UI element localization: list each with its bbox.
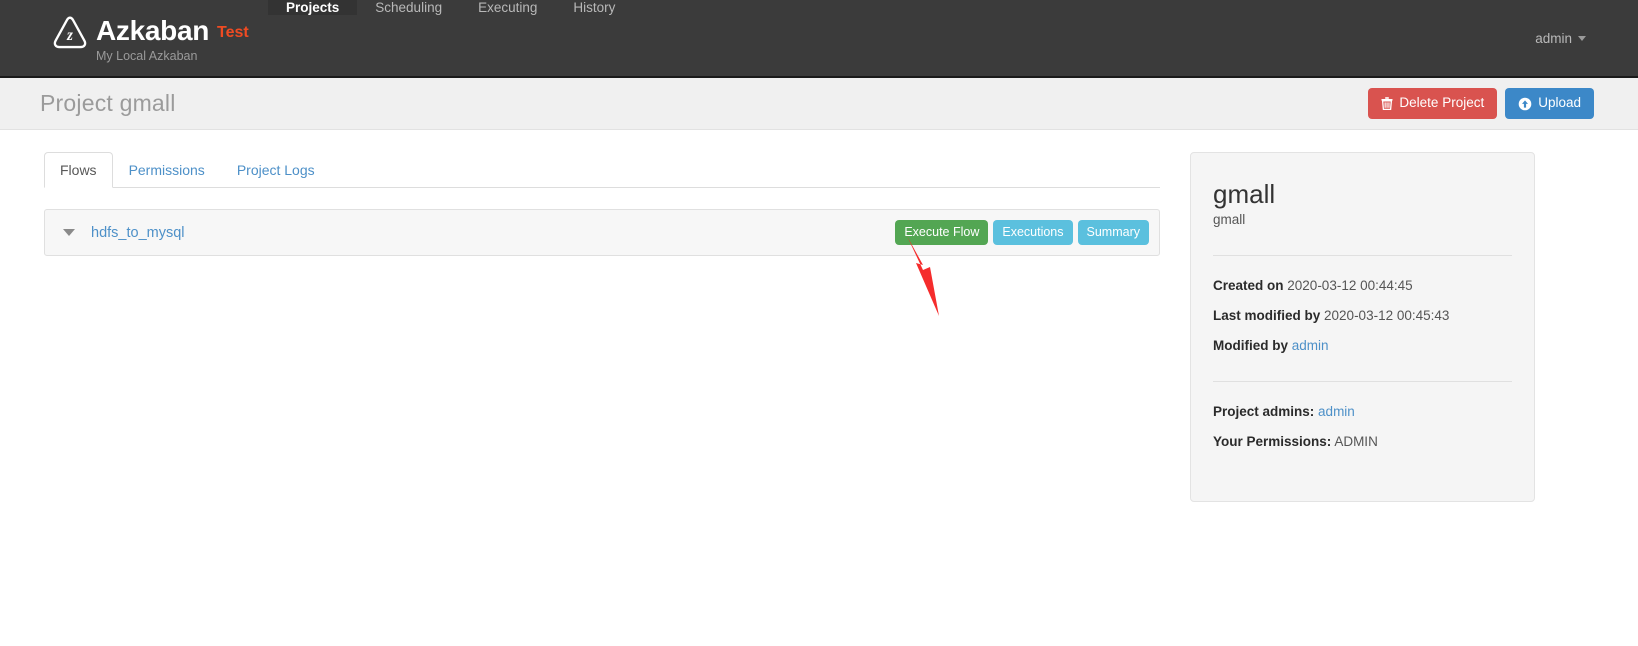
nav-item-label: Scheduling <box>375 0 443 15</box>
card-divider-bottom <box>1213 381 1512 383</box>
nav-list-item: Scheduling <box>357 0 460 76</box>
project-summary-card: gmall gmall Created on 2020-03-12 00:44:… <box>1190 152 1535 502</box>
tab-label: Flows <box>60 162 97 178</box>
primary-nav: Projects Scheduling Executing History <box>268 0 633 76</box>
nav-list-item: Executing <box>460 0 555 76</box>
main-column: Flows Permissions Project Logs hdfs_to_m… <box>44 152 1160 256</box>
user-menu-dropdown[interactable]: admin <box>1535 31 1586 46</box>
project-admins-row: Project admins: admin <box>1213 404 1512 419</box>
tab-list-item: Permissions <box>113 152 221 187</box>
last-modified-row: Last modified by 2020-03-12 00:45:43 <box>1213 308 1512 323</box>
upload-circle-arrow-icon <box>1518 97 1532 110</box>
tab-list-item: Project Logs <box>221 152 331 187</box>
project-description: gmall <box>1213 212 1246 228</box>
tab-label: Project Logs <box>236 162 315 178</box>
project-admins-label: Project admins: <box>1213 404 1315 420</box>
brand-home-link[interactable]: z Azkaban Test My Local Azkaban <box>0 0 268 76</box>
your-permissions-value: ADMIN <box>1334 434 1378 450</box>
nav-item-label: Executing <box>478 0 538 15</box>
nav-list-item: History <box>555 0 633 76</box>
delete-project-button[interactable]: Delete Project <box>1368 88 1498 119</box>
brand-env-label: Test <box>217 24 249 41</box>
project-admin-user-link[interactable]: admin <box>1318 404 1355 419</box>
last-modified-label: Last modified by <box>1213 308 1321 324</box>
page-header-bar: Project gmall Delete Project Upload <box>0 78 1638 130</box>
project-tabs: Flows Permissions Project Logs <box>44 152 1160 188</box>
caret-down-icon <box>1578 35 1586 41</box>
flow-list: hdfs_to_mysql Execute Flow Executions Su… <box>44 209 1160 256</box>
top-navbar: z Azkaban Test My Local Azkaban Projects … <box>0 0 1638 78</box>
your-permissions-label: Your Permissions: <box>1213 434 1332 450</box>
your-permissions-row: Your Permissions: ADMIN <box>1213 434 1512 449</box>
executions-button[interactable]: Executions <box>993 220 1073 245</box>
content-area: Flows Permissions Project Logs hdfs_to_m… <box>0 130 1638 502</box>
modified-by-row: Modified by admin <box>1213 338 1512 353</box>
nav-item-history[interactable]: History <box>555 0 633 15</box>
nav-item-label: History <box>573 0 616 15</box>
tab-project-logs[interactable]: Project Logs <box>221 152 331 187</box>
nav-item-projects[interactable]: Projects <box>268 0 358 15</box>
upload-button[interactable]: Upload <box>1505 88 1594 119</box>
nav-list-item: Projects <box>268 0 358 76</box>
created-on-label: Created on <box>1213 278 1284 294</box>
user-menu-label: admin <box>1535 30 1572 46</box>
navbar-right: admin <box>1535 0 1638 76</box>
page-title: Project gmall <box>40 90 176 116</box>
nav-item-scheduling[interactable]: Scheduling <box>357 0 460 15</box>
execute-flow-button[interactable]: Execute Flow <box>895 220 989 245</box>
brand-name: Azkaban <box>96 15 210 46</box>
modified-by-label: Modified by <box>1213 338 1288 354</box>
side-column: gmall gmall Created on 2020-03-12 00:44:… <box>1190 152 1535 502</box>
chevron-down-icon[interactable] <box>63 229 75 236</box>
brand-subtitle: My Local Azkaban <box>96 49 198 63</box>
created-on-value: 2020-03-12 00:44:45 <box>1287 278 1413 294</box>
project-name-heading: gmall <box>1213 179 1276 209</box>
nav-item-label: Projects <box>286 0 340 15</box>
azkaban-triangle-z-logo-icon: z <box>53 16 87 49</box>
flow-actions: Execute Flow Executions Summary <box>895 220 1149 245</box>
tab-permissions[interactable]: Permissions <box>113 152 221 187</box>
tab-list-item: Flows <box>44 152 113 188</box>
tab-flows[interactable]: Flows <box>44 152 113 188</box>
trash-icon <box>1381 97 1393 110</box>
modified-by-user-link[interactable]: admin <box>1292 338 1329 353</box>
summary-button[interactable]: Summary <box>1077 220 1149 245</box>
flow-name-link[interactable]: hdfs_to_mysql <box>91 225 185 241</box>
card-divider-top <box>1213 255 1512 257</box>
svg-text:z: z <box>66 27 73 44</box>
tab-label: Permissions <box>128 162 205 178</box>
upload-label: Upload <box>1538 95 1581 111</box>
created-on-row: Created on 2020-03-12 00:44:45 <box>1213 278 1512 293</box>
delete-project-label: Delete Project <box>1399 95 1485 111</box>
flow-row: hdfs_to_mysql Execute Flow Executions Su… <box>45 210 1159 255</box>
nav-item-executing[interactable]: Executing <box>460 0 555 15</box>
page-header-actions: Delete Project Upload <box>1368 88 1594 119</box>
last-modified-value: 2020-03-12 00:45:43 <box>1324 308 1450 324</box>
